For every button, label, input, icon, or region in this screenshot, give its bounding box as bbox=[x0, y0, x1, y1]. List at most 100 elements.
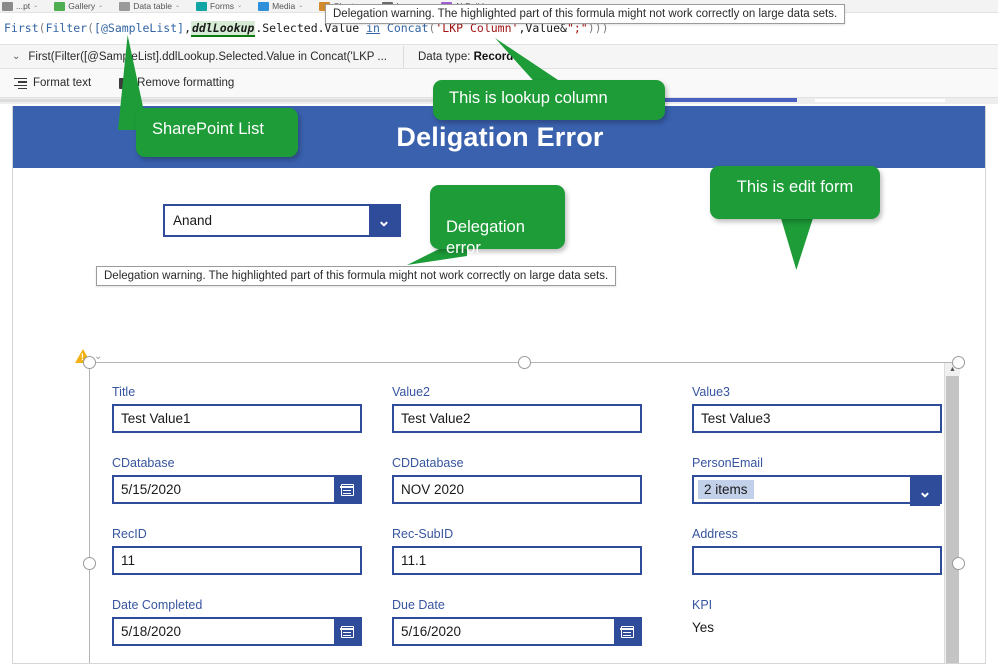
ribbon-icon bbox=[2, 2, 13, 11]
remove-formatting-label: Remove formatting bbox=[137, 77, 235, 89]
chevron-down-icon[interactable]: ⌄ bbox=[910, 477, 940, 506]
callout-sharepoint-list: SharePoint List bbox=[136, 108, 298, 157]
dropdown-personemail[interactable]: 2 items ⌄ bbox=[692, 475, 942, 506]
text-input-rec-subid[interactable]: 11.1 bbox=[392, 546, 642, 575]
text-input-recid[interactable]: 11 bbox=[112, 546, 362, 575]
text-input-title[interactable]: Test Value1 bbox=[112, 404, 362, 433]
data-type-label: Data type: bbox=[418, 50, 471, 63]
input-value: NOV 2020 bbox=[401, 482, 465, 497]
formula-summary-row: ⌄ First(Filter([@SampleList].ddlLookup.S… bbox=[0, 45, 998, 69]
text-input-address[interactable] bbox=[692, 546, 942, 575]
callout-edit-form-text: This is edit form bbox=[736, 178, 854, 196]
field-label-value2: Value2 bbox=[392, 385, 430, 399]
tooltip-form-delegation-warning: Delegation warning. The highlighted part… bbox=[96, 266, 617, 286]
field-label-personemail: PersonEmail bbox=[692, 456, 763, 470]
ribbon-item-media[interactable]: Media ⌄ bbox=[258, 2, 303, 11]
ribbon-icon bbox=[119, 2, 131, 11]
form-field-due-date: Due Date 5/16/2020 bbox=[392, 598, 642, 646]
field-label-due-date: Due Date bbox=[392, 598, 445, 612]
input-value: 11.1 bbox=[401, 553, 427, 568]
input-value: 5/15/2020 bbox=[121, 482, 182, 497]
form-field-rec-subid: Rec-SubID 11.1 bbox=[392, 527, 642, 575]
ribbon-item-forms[interactable]: Forms ⌄ bbox=[195, 1, 242, 11]
ribbon-item-label: Gallery bbox=[68, 1, 96, 11]
formula-token: ddlLookup bbox=[191, 21, 256, 37]
formula-token: Filter bbox=[45, 21, 88, 35]
formula-token: , bbox=[184, 21, 191, 35]
formula-token: [@SampleList] bbox=[94, 21, 185, 35]
chevron-down-icon[interactable]: ⌄ bbox=[237, 2, 242, 11]
form-field-value3: Value3 Test Value3 bbox=[692, 385, 942, 433]
format-text-label: Format text bbox=[33, 77, 92, 89]
format-text-button[interactable]: Format text bbox=[14, 77, 92, 90]
chevron-down-icon[interactable]: ⌄ bbox=[12, 51, 20, 62]
resize-handle-top-center[interactable] bbox=[518, 356, 531, 369]
form-field-recid: RecID 11 bbox=[112, 527, 362, 575]
form-field-personemail: PersonEmail 2 items ⌄ bbox=[692, 456, 942, 506]
resize-handle-middle-right[interactable] bbox=[952, 557, 965, 570]
resize-handle-top-left[interactable] bbox=[83, 356, 96, 369]
calendar-icon[interactable] bbox=[334, 477, 360, 502]
field-label-rec-subid: Rec-SubID bbox=[392, 527, 454, 541]
text-input-value2[interactable]: Test Value2 bbox=[392, 404, 642, 433]
form-field-cddatabase: CDDatabase NOV 2020 bbox=[392, 456, 642, 504]
calendar-icon[interactable] bbox=[614, 619, 640, 644]
date-input-due-date[interactable]: 5/16/2020 bbox=[392, 617, 642, 646]
callout-lookup-column-text: This is lookup column bbox=[449, 89, 608, 107]
chevron-down-icon[interactable]: ⌄ bbox=[298, 2, 303, 11]
chevron-down-icon[interactable]: ⌄ bbox=[98, 2, 103, 11]
field-label-title: Title bbox=[112, 385, 136, 399]
formula-token: ( bbox=[87, 21, 95, 35]
form-field-grid: Title Test Value1 Value2 Test Value2 Value3 T… bbox=[90, 363, 946, 663]
callout-sharepoint-list-text: SharePoint List bbox=[152, 120, 264, 138]
input-value: 5/18/2020 bbox=[121, 624, 182, 639]
dropdown-value: 2 items bbox=[698, 480, 754, 499]
form-vertical-scrollbar[interactable]: ▲ ▼ bbox=[944, 363, 960, 663]
calendar-icon[interactable] bbox=[334, 619, 360, 644]
ribbon-item-data-table[interactable]: Data table ⌄ bbox=[119, 2, 180, 11]
resize-handle-middle-left[interactable] bbox=[83, 557, 96, 570]
edit-form[interactable]: Title Test Value1 Value2 Test Value2 Value3 T… bbox=[83, 356, 965, 663]
callout-lookup-column: This is lookup column bbox=[433, 80, 665, 120]
field-label-kpi: KPI bbox=[692, 598, 713, 612]
ribbon-item-label: ...pt bbox=[16, 1, 31, 11]
input-value: Test Value1 bbox=[121, 411, 191, 426]
form-field-value2: Value2 Test Value2 bbox=[392, 385, 642, 433]
ribbon-item-gallery[interactable]: Gallery ⌄ bbox=[54, 2, 103, 11]
formula-token: First bbox=[4, 21, 39, 35]
text-input-cddatabase[interactable]: NOV 2020 bbox=[392, 475, 642, 504]
ribbon-icon bbox=[195, 2, 207, 11]
chevron-down-icon[interactable]: ⌄ bbox=[369, 206, 399, 235]
scrollbar-thumb[interactable] bbox=[946, 376, 959, 663]
ribbon-item-label: Data table bbox=[133, 1, 172, 11]
field-label-address: Address bbox=[692, 527, 738, 541]
form-field-cdatabase: CDatabase 5/15/2020 bbox=[112, 456, 362, 504]
date-input-date-completed[interactable]: 5/18/2020 bbox=[112, 617, 362, 646]
page-title: Deligation Error bbox=[396, 121, 604, 152]
format-text-icon bbox=[14, 77, 27, 90]
resize-handle-top-right[interactable] bbox=[952, 356, 965, 369]
data-type-value: Record bbox=[473, 50, 514, 63]
form-field-date-completed: Date Completed 5/18/2020 bbox=[112, 598, 362, 646]
chevron-down-icon[interactable]: ⌄ bbox=[33, 2, 38, 11]
field-label-date-completed: Date Completed bbox=[112, 598, 203, 612]
tooltip-top-delegation-warning: Delegation warning. The highlighted part… bbox=[325, 4, 846, 24]
input-value: Test Value3 bbox=[701, 411, 771, 426]
lookup-dropdown-value: Anand bbox=[173, 213, 213, 228]
readonly-value-kpi: Yes bbox=[692, 620, 715, 635]
text-input-value3[interactable]: Test Value3 bbox=[692, 404, 942, 433]
ribbon-item-label: Forms bbox=[209, 1, 235, 11]
ribbon-item-pt[interactable]: ...pt ⌄ bbox=[2, 2, 38, 11]
form-field-address: Address bbox=[692, 527, 942, 575]
callout-edit-form: This is edit form bbox=[710, 166, 880, 219]
chevron-down-icon[interactable]: ⌄ bbox=[175, 2, 180, 11]
form-field-kpi: KPI Yes bbox=[692, 598, 942, 639]
input-value: 5/16/2020 bbox=[401, 624, 462, 639]
field-label-cddatabase: CDDatabase bbox=[392, 456, 464, 470]
lookup-dropdown[interactable]: Anand ⌄ bbox=[163, 204, 401, 237]
scrollbar-track-right bbox=[815, 99, 945, 102]
date-input-cdatabase[interactable]: 5/15/2020 bbox=[112, 475, 362, 504]
formula-summary-text[interactable]: First(Filter([@SampleList].ddlLookup.Sel… bbox=[28, 51, 387, 63]
form-field-title: Title Test Value1 bbox=[112, 385, 362, 433]
ribbon-item-label: Media bbox=[272, 1, 296, 11]
